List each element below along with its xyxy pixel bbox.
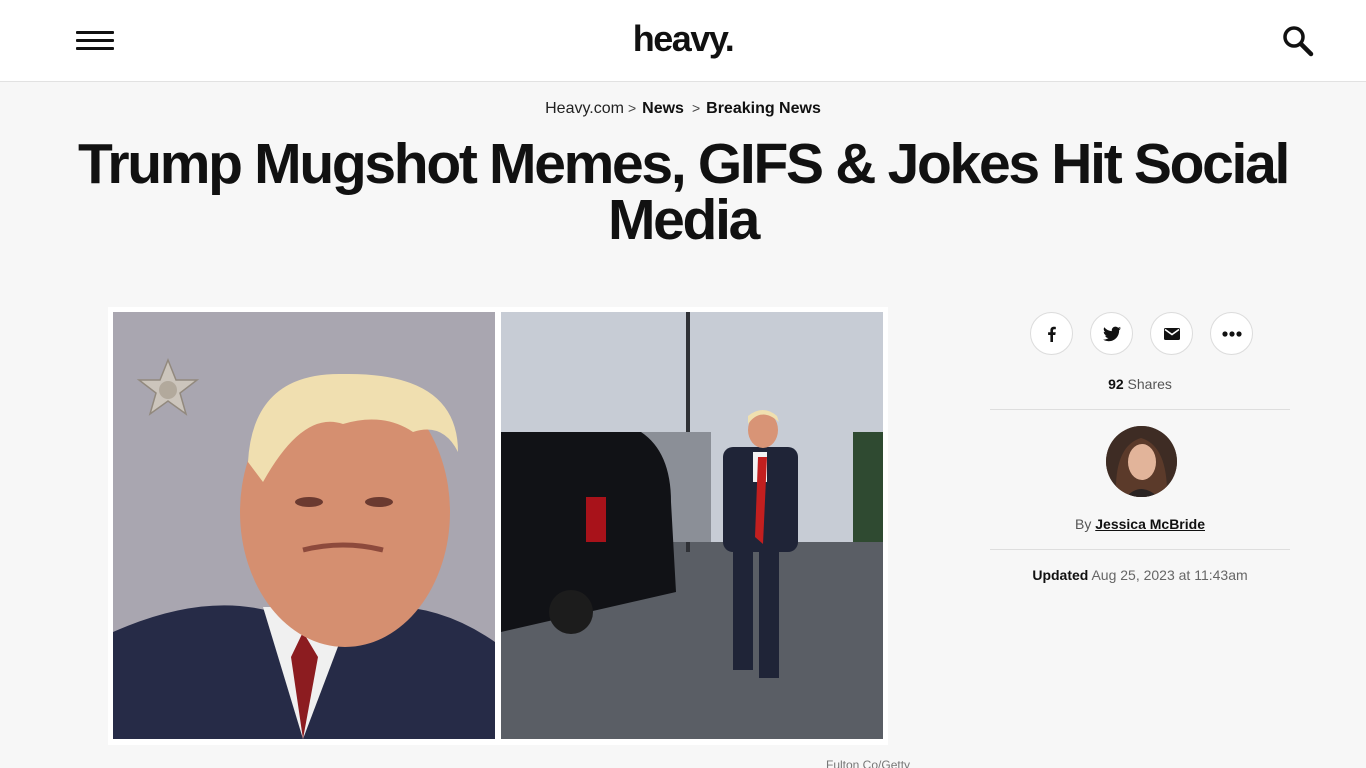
breadcrumb-news-link[interactable]: News [642, 100, 684, 117]
author-byline: By Jessica McBride [990, 516, 1290, 532]
updated-label: Updated [1032, 567, 1089, 583]
email-share-button[interactable] [1150, 312, 1193, 355]
image-caption: Fulton Co/Getty [826, 758, 911, 768]
twitter-share-button[interactable] [1090, 312, 1133, 355]
share-count: 92 Shares [990, 376, 1290, 392]
email-icon [1163, 327, 1180, 340]
facebook-icon [1047, 326, 1056, 342]
share-count-number: 92 [1108, 376, 1124, 392]
sidebar-divider [990, 409, 1290, 410]
more-icon [1221, 330, 1242, 337]
article-title: Trump Mugshot Memes, GIFS & Jokes Hit So… [77, 132, 1290, 252]
breadcrumb: Heavy.com > News > Breaking News [0, 100, 1366, 118]
hero-image [108, 307, 888, 745]
mugshot-photo [113, 312, 495, 739]
updated-timestamp: Updated Aug 25, 2023 at 11:43am [990, 567, 1290, 583]
site-logo[interactable]: heavy. [0, 18, 1366, 60]
author-name-link[interactable]: Jessica McBride [1095, 516, 1205, 532]
twitter-icon [1102, 326, 1121, 341]
breadcrumb-home-link[interactable]: Heavy.com [545, 100, 624, 117]
facebook-share-button[interactable] [1030, 312, 1073, 355]
site-header: heavy. [0, 0, 1366, 82]
share-count-label: Shares [1127, 376, 1172, 392]
share-buttons [1030, 312, 1260, 356]
breadcrumb-breaking-news-link[interactable]: Breaking News [706, 100, 821, 117]
byline-prefix: By [1075, 516, 1092, 532]
more-share-button[interactable] [1210, 312, 1253, 355]
sidebar-divider [990, 549, 1290, 550]
breadcrumb-separator: > [691, 100, 701, 116]
breadcrumb-separator: > [627, 100, 637, 116]
search-icon[interactable] [1281, 24, 1315, 58]
author-avatar[interactable] [1106, 426, 1177, 497]
tarmac-photo [501, 312, 883, 739]
updated-date: Aug 25, 2023 at 11:43am [1091, 567, 1248, 583]
